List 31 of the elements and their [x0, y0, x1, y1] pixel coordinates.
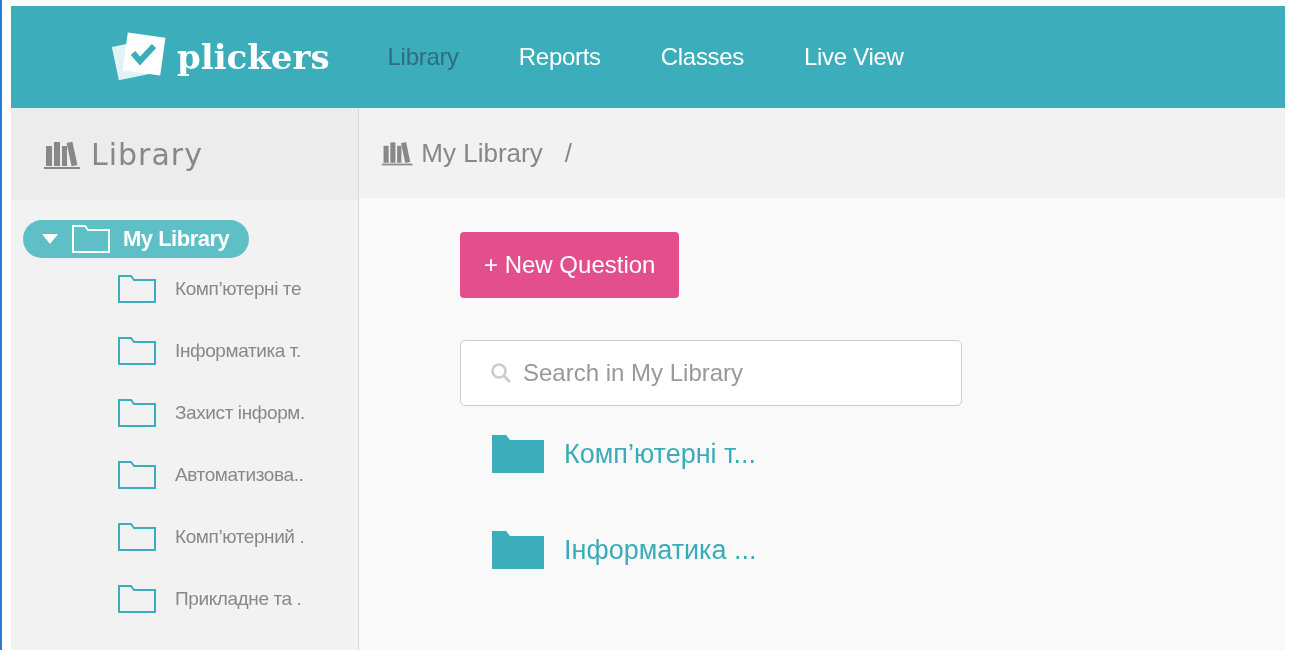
folder-icon	[492, 531, 544, 569]
folder-icon	[117, 336, 157, 366]
folder-icon	[71, 224, 111, 254]
folder-icon	[117, 274, 157, 304]
caret-icon	[41, 233, 59, 245]
tree-item[interactable]: Прикладне та .	[117, 568, 358, 630]
books-icon	[381, 139, 414, 167]
tree-item[interactable]: Комп’ютерні те	[117, 258, 358, 320]
folder-icon	[492, 435, 544, 473]
tree-item[interactable]: Захист інформ.	[117, 382, 358, 444]
nav-link[interactable]: Classes	[660, 43, 745, 71]
nav-link[interactable]: Library	[387, 43, 459, 71]
folder-icon	[117, 460, 157, 490]
tree-item[interactable]: Інформатика т.	[117, 320, 358, 382]
breadcrumb-link[interactable]: My Library	[421, 137, 543, 169]
search-icon	[490, 362, 512, 384]
tree-item[interactable]: Автоматизова..	[117, 444, 358, 506]
tree-item[interactable]: My Library	[23, 220, 250, 258]
sidebar-title: Library	[91, 136, 203, 172]
folder-icon	[117, 584, 157, 614]
folder-icon	[117, 522, 157, 552]
tree-item[interactable]: Комп’ютерний .	[117, 506, 358, 568]
logo-text: plickers	[177, 37, 330, 77]
nav-link[interactable]: Live View	[804, 43, 904, 71]
new-question-button[interactable]: + New Question	[460, 232, 680, 298]
breadcrumb-separator: /	[564, 137, 572, 169]
folder-item[interactable]: Інформатика ...	[492, 502, 1285, 598]
search-field[interactable]: Search in My Library	[460, 340, 962, 406]
nav-link[interactable]: Reports	[518, 43, 601, 71]
folder-icon	[117, 398, 157, 428]
folder-item[interactable]: Комп’ютерні т...	[492, 406, 1285, 502]
